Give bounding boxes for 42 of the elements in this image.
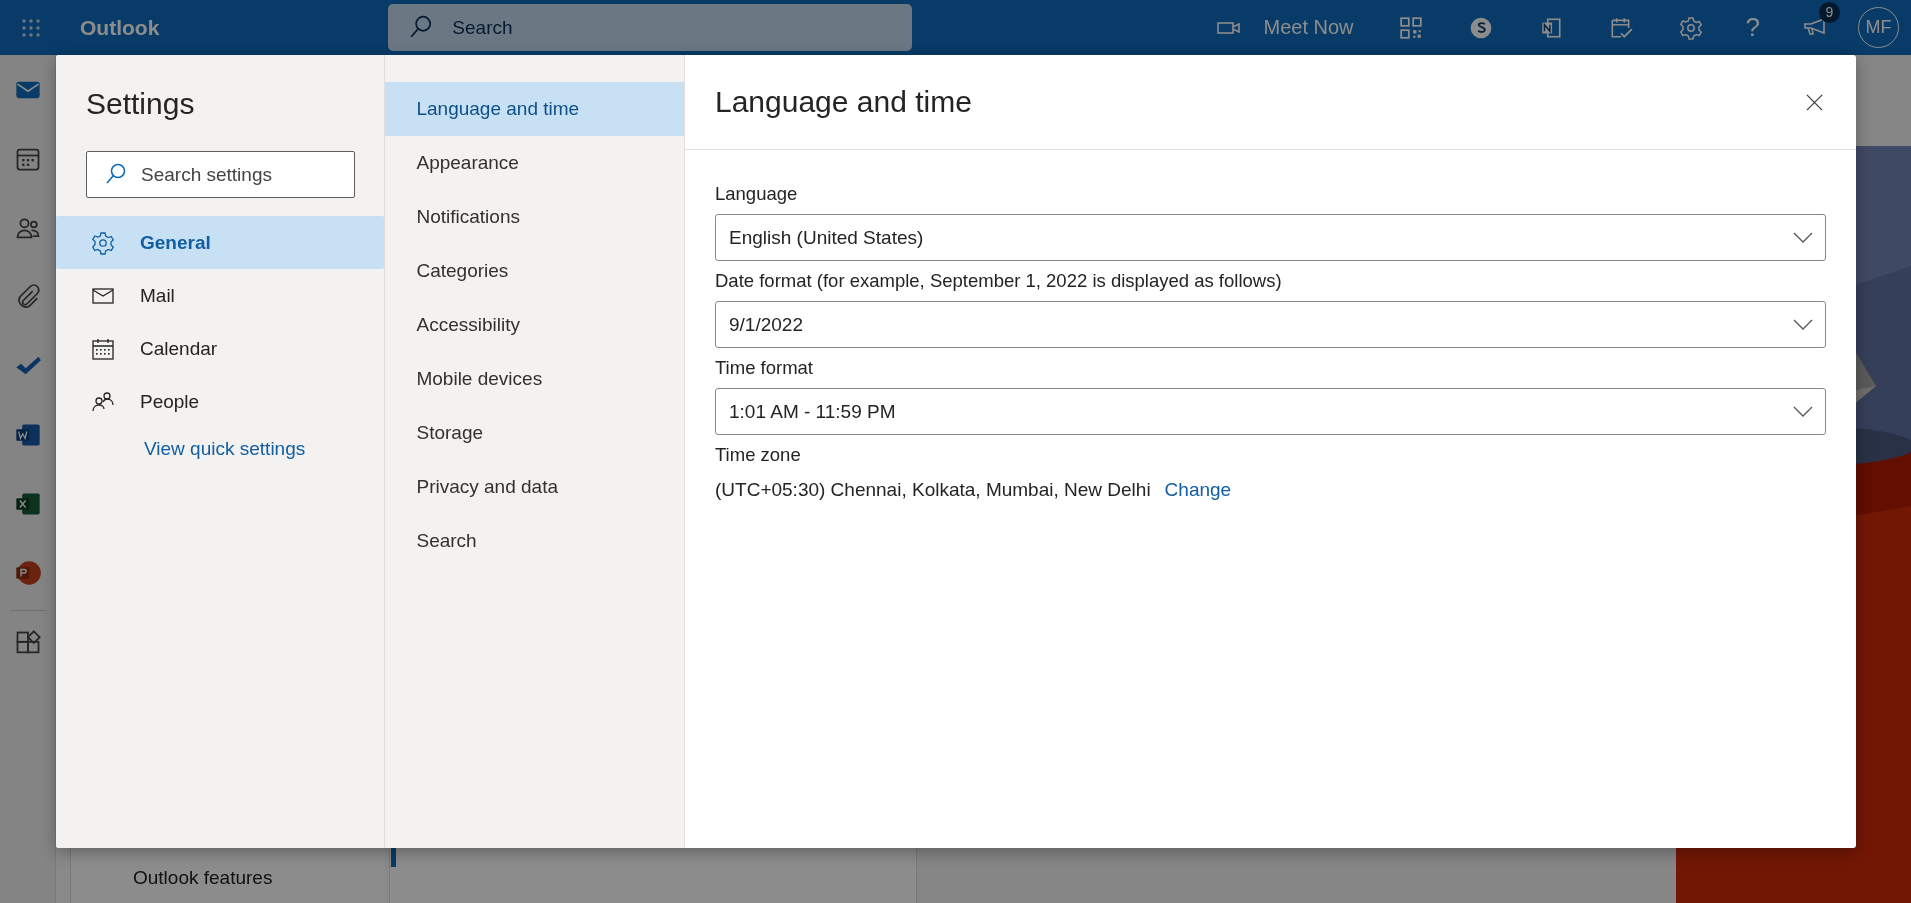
field-label: Date format (for example, September 1, 2022 is displayed as follows): [715, 270, 1283, 292]
settings-category[interactable]: Mail: [56, 269, 385, 322]
gear-icon: [91, 230, 115, 255]
notification-badge: 9: [1819, 1, 1840, 23]
settings-section[interactable]: Mobile devices: [385, 352, 684, 406]
chevron-down-icon: [1793, 318, 1813, 331]
app-launcher-icon[interactable]: [21, 17, 41, 38]
settings-section[interactable]: Language and time: [385, 82, 684, 136]
settings-section[interactable]: Accessibility: [385, 298, 684, 352]
selection-bar: [391, 848, 396, 867]
settings-section[interactable]: Appearance: [385, 136, 684, 190]
settings-icon[interactable]: [1677, 15, 1704, 40]
people-icon: [91, 389, 115, 414]
chevron-down-icon: [1793, 231, 1813, 244]
field-label: Time format: [715, 357, 814, 379]
dropdown[interactable]: 1:01 AM - 11:59 PM: [715, 388, 1826, 435]
close-icon[interactable]: [1805, 92, 1824, 112]
chevron-down-icon: [1793, 405, 1813, 418]
search-field[interactable]: Search: [388, 4, 913, 51]
settings-section[interactable]: Storage: [385, 406, 684, 460]
settings-section[interactable]: Privacy and data: [385, 460, 684, 514]
view-quick-settings-link[interactable]: View quick settings: [144, 438, 306, 460]
panel-title: Language and time: [715, 85, 972, 119]
time-zone-value: (UTC+05:30) Chennai, Kolkata, Mumbai, New Delhi: [715, 479, 1151, 501]
change-link[interactable]: Change: [1164, 479, 1232, 501]
qr-code-icon[interactable]: [1397, 15, 1424, 40]
field-label: Language: [715, 183, 799, 205]
promo-text: Outlook features: [133, 866, 274, 890]
settings-section[interactable]: Categories: [385, 244, 684, 298]
presentation-app-icon[interactable]: [13, 559, 42, 587]
settings-section[interactable]: Search: [385, 514, 684, 568]
settings-category[interactable]: General: [56, 216, 385, 269]
settings-category[interactable]: Calendar: [56, 322, 385, 375]
field-label: Time zone: [715, 444, 802, 466]
settings-section[interactable]: Notifications: [385, 190, 684, 244]
settings-title: Settings: [86, 86, 196, 122]
settings-category[interactable]: People: [56, 375, 385, 428]
calendar-icon: [91, 336, 115, 361]
search-icon: [104, 162, 128, 186]
dropdown[interactable]: English (United States): [715, 214, 1826, 261]
search-settings-field[interactable]: Search settings: [86, 151, 355, 198]
dropdown[interactable]: 9/1/2022: [715, 301, 1826, 348]
